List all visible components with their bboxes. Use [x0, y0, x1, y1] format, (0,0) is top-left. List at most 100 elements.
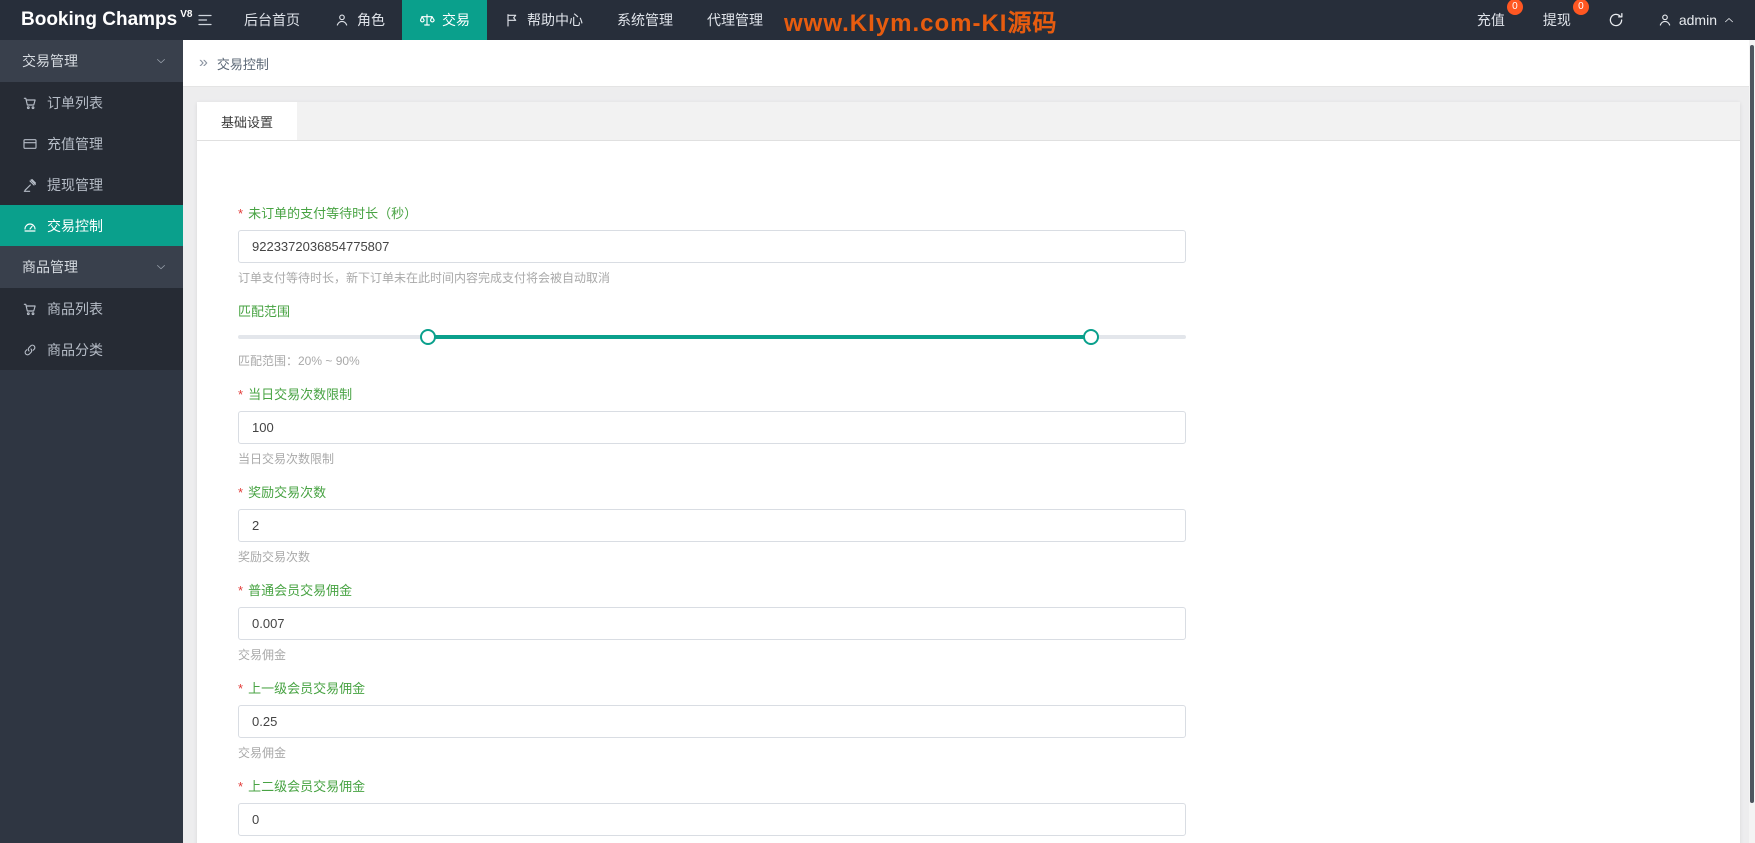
field-label: * 上一级会员交易佣金 [238, 680, 1740, 698]
nav-item-label: 交易 [442, 12, 470, 28]
required-asterisk: * [238, 485, 244, 500]
nav-item-home[interactable]: 后台首页 [227, 0, 317, 40]
panel-tabs: 基础设置 [197, 102, 1740, 141]
required-asterisk: * [238, 779, 244, 794]
nav-item-label: 代理管理 [707, 12, 763, 28]
nav-item-agent[interactable]: 代理管理 [690, 0, 780, 40]
chevron-up-icon [1723, 14, 1735, 26]
cart-icon [22, 301, 38, 317]
user-icon [1657, 12, 1673, 28]
top-navbar: Booking Champs V8 后台首页 角色 交易 帮助中心 系统管理 代理管理 w… [0, 0, 1755, 40]
vertical-scrollbar [1749, 40, 1755, 843]
sidebar-item-label: 交易控制 [47, 217, 103, 234]
refresh-button[interactable] [1607, 11, 1625, 29]
field-label: * 上二级会员交易佣金 [238, 778, 1740, 796]
recharge-button[interactable]: 充值 0 [1471, 0, 1523, 30]
range-slider-match-range[interactable] [238, 328, 1186, 346]
sidebar-group-label: 商品管理 [22, 259, 78, 275]
form-field-parent1-commission: * 上一级会员交易佣金交易佣金 [238, 680, 1740, 761]
field-label-text: 上二级会员交易佣金 [248, 779, 366, 794]
form-field-parent2-commission: *上二级会员交易佣金交易佣金 [238, 778, 1740, 843]
field-label: * 普通会员交易佣金 [238, 582, 1740, 600]
nav-item-label: 帮助中心 [527, 12, 583, 28]
link-icon [22, 342, 38, 358]
text-input-wait-time[interactable] [238, 230, 1186, 263]
sidebar-item-trade-control[interactable]: 交易控制 [0, 205, 183, 246]
field-help: 交易佣金 [238, 746, 287, 760]
recharge-badge: 0 [1506, 0, 1523, 15]
slider-fill [427, 335, 1092, 339]
withdraw-button[interactable]: 提现 0 [1537, 0, 1589, 30]
sidebar-item-withdraw-mgmt[interactable]: 提现管理 [0, 164, 183, 205]
refresh-icon [1607, 11, 1625, 29]
sidebar-item-label: 充值管理 [47, 135, 103, 152]
sidebar-item-order-list[interactable]: 订单列表 [0, 82, 183, 123]
user-icon [334, 12, 350, 28]
scales-icon [419, 12, 435, 28]
sidebar-item-label: 商品列表 [47, 300, 103, 317]
form-field-reward-count: *奖励交易次数奖励交易次数 [238, 484, 1740, 565]
text-input-parent1-commission[interactable] [238, 705, 1186, 738]
field-help: 订单支付等待时长，新下订单未在此时间内容完成支付将会被自动取消 [238, 271, 611, 285]
sidebar-item-goods-category[interactable]: 商品分类 [0, 329, 183, 370]
sidebar-item-label: 商品分类 [47, 341, 103, 358]
form-field-daily-limit: *当日交易次数限制当日交易次数限制 [238, 386, 1740, 467]
sidebar-group-label: 交易管理 [22, 53, 78, 69]
breadcrumb: » 交易控制 [183, 40, 1755, 87]
form-field-wait-time: * 未订单的支付等待时长（秒） 订单支付等待时长，新下订单未在此时间内容完成支付将会… [238, 205, 1740, 286]
settings-form: * 未订单的支付等待时长（秒） 订单支付等待时长，新下订单未在此时间内容完成支付将会… [197, 141, 1740, 843]
top-nav-menu: 后台首页 角色 交易 帮助中心 系统管理 代理管理 [227, 0, 780, 40]
slider-handle-min[interactable] [419, 329, 436, 345]
scrollbar-thumb[interactable] [1750, 45, 1754, 803]
card-icon [22, 136, 38, 152]
nav-item-label: 角色 [357, 12, 385, 28]
slider-track[interactable] [238, 335, 1186, 339]
nav-item-help[interactable]: 帮助中心 [487, 0, 600, 40]
text-input-daily-limit[interactable] [238, 411, 1186, 444]
sidebar-item-label: 提现管理 [47, 176, 103, 193]
navbar-right: 充值 0 提现 0 admin [1445, 0, 1755, 40]
slider-handle-max[interactable] [1083, 329, 1100, 345]
field-label-text: 奖励交易次数 [248, 485, 327, 500]
field-label-text: 当日交易次数限制 [248, 387, 353, 402]
nav-item-roles[interactable]: 角色 [317, 0, 402, 40]
field-label: 匹配范围 [238, 303, 1740, 321]
text-input-reward-count[interactable] [238, 509, 1186, 542]
gauge-icon [22, 218, 38, 234]
text-input-member-commission[interactable] [238, 607, 1186, 640]
double-chevron-right-icon: » [199, 54, 208, 71]
withdraw-badge: 0 [1572, 0, 1589, 15]
form-field-match-range: 匹配范围匹配范围：20% ~ 90% [238, 303, 1740, 369]
settings-panel: 基础设置 * 未订单的支付等待时长（秒） 订单支付等待时长，新下订单未在此时间内容完… [197, 102, 1740, 843]
field-help: 匹配范围：20% ~ 90% [238, 354, 360, 368]
user-menu[interactable]: admin [1657, 12, 1735, 28]
sidebar-item-recharge-mgmt[interactable]: 充值管理 [0, 123, 183, 164]
nav-item-label: 系统管理 [617, 12, 673, 28]
hamburger-icon [196, 11, 214, 29]
field-help: 交易佣金 [238, 648, 287, 662]
chevron-down-icon [155, 261, 167, 273]
chevron-down-icon [155, 55, 167, 67]
text-input-parent2-commission[interactable] [238, 803, 1186, 836]
required-asterisk: * [238, 387, 244, 402]
field-label: * 未订单的支付等待时长（秒） [238, 205, 1740, 223]
field-help: 奖励交易次数 [238, 550, 311, 564]
form-field-member-commission: * 普通会员交易佣金交易佣金 [238, 582, 1740, 663]
nav-item-trade[interactable]: 交易 [402, 0, 487, 40]
nav-item-label: 后台首页 [244, 12, 300, 28]
sidebar-group-goods-management[interactable]: 商品管理 [0, 246, 183, 288]
tab-basic-settings[interactable]: 基础设置 [197, 102, 298, 140]
field-label-text: 匹配范围 [238, 304, 291, 319]
sidebar-item-goods-list[interactable]: 商品列表 [0, 288, 183, 329]
field-label-text: 上一级会员交易佣金 [248, 681, 366, 696]
sidebar-item-label: 订单列表 [47, 94, 103, 111]
gavel-icon [22, 177, 38, 193]
required-asterisk: * [238, 583, 244, 598]
watermark-text: www.KIym.com-KI源码 [784, 9, 1058, 37]
field-label-text: 普通会员交易佣金 [248, 583, 353, 598]
required-asterisk: * [238, 206, 244, 221]
sidebar-group-trade-management[interactable]: 交易管理 [0, 40, 183, 82]
sidebar-toggle-button[interactable] [183, 0, 227, 40]
nav-item-system[interactable]: 系统管理 [600, 0, 690, 40]
recharge-label: 充值 [1476, 12, 1505, 28]
